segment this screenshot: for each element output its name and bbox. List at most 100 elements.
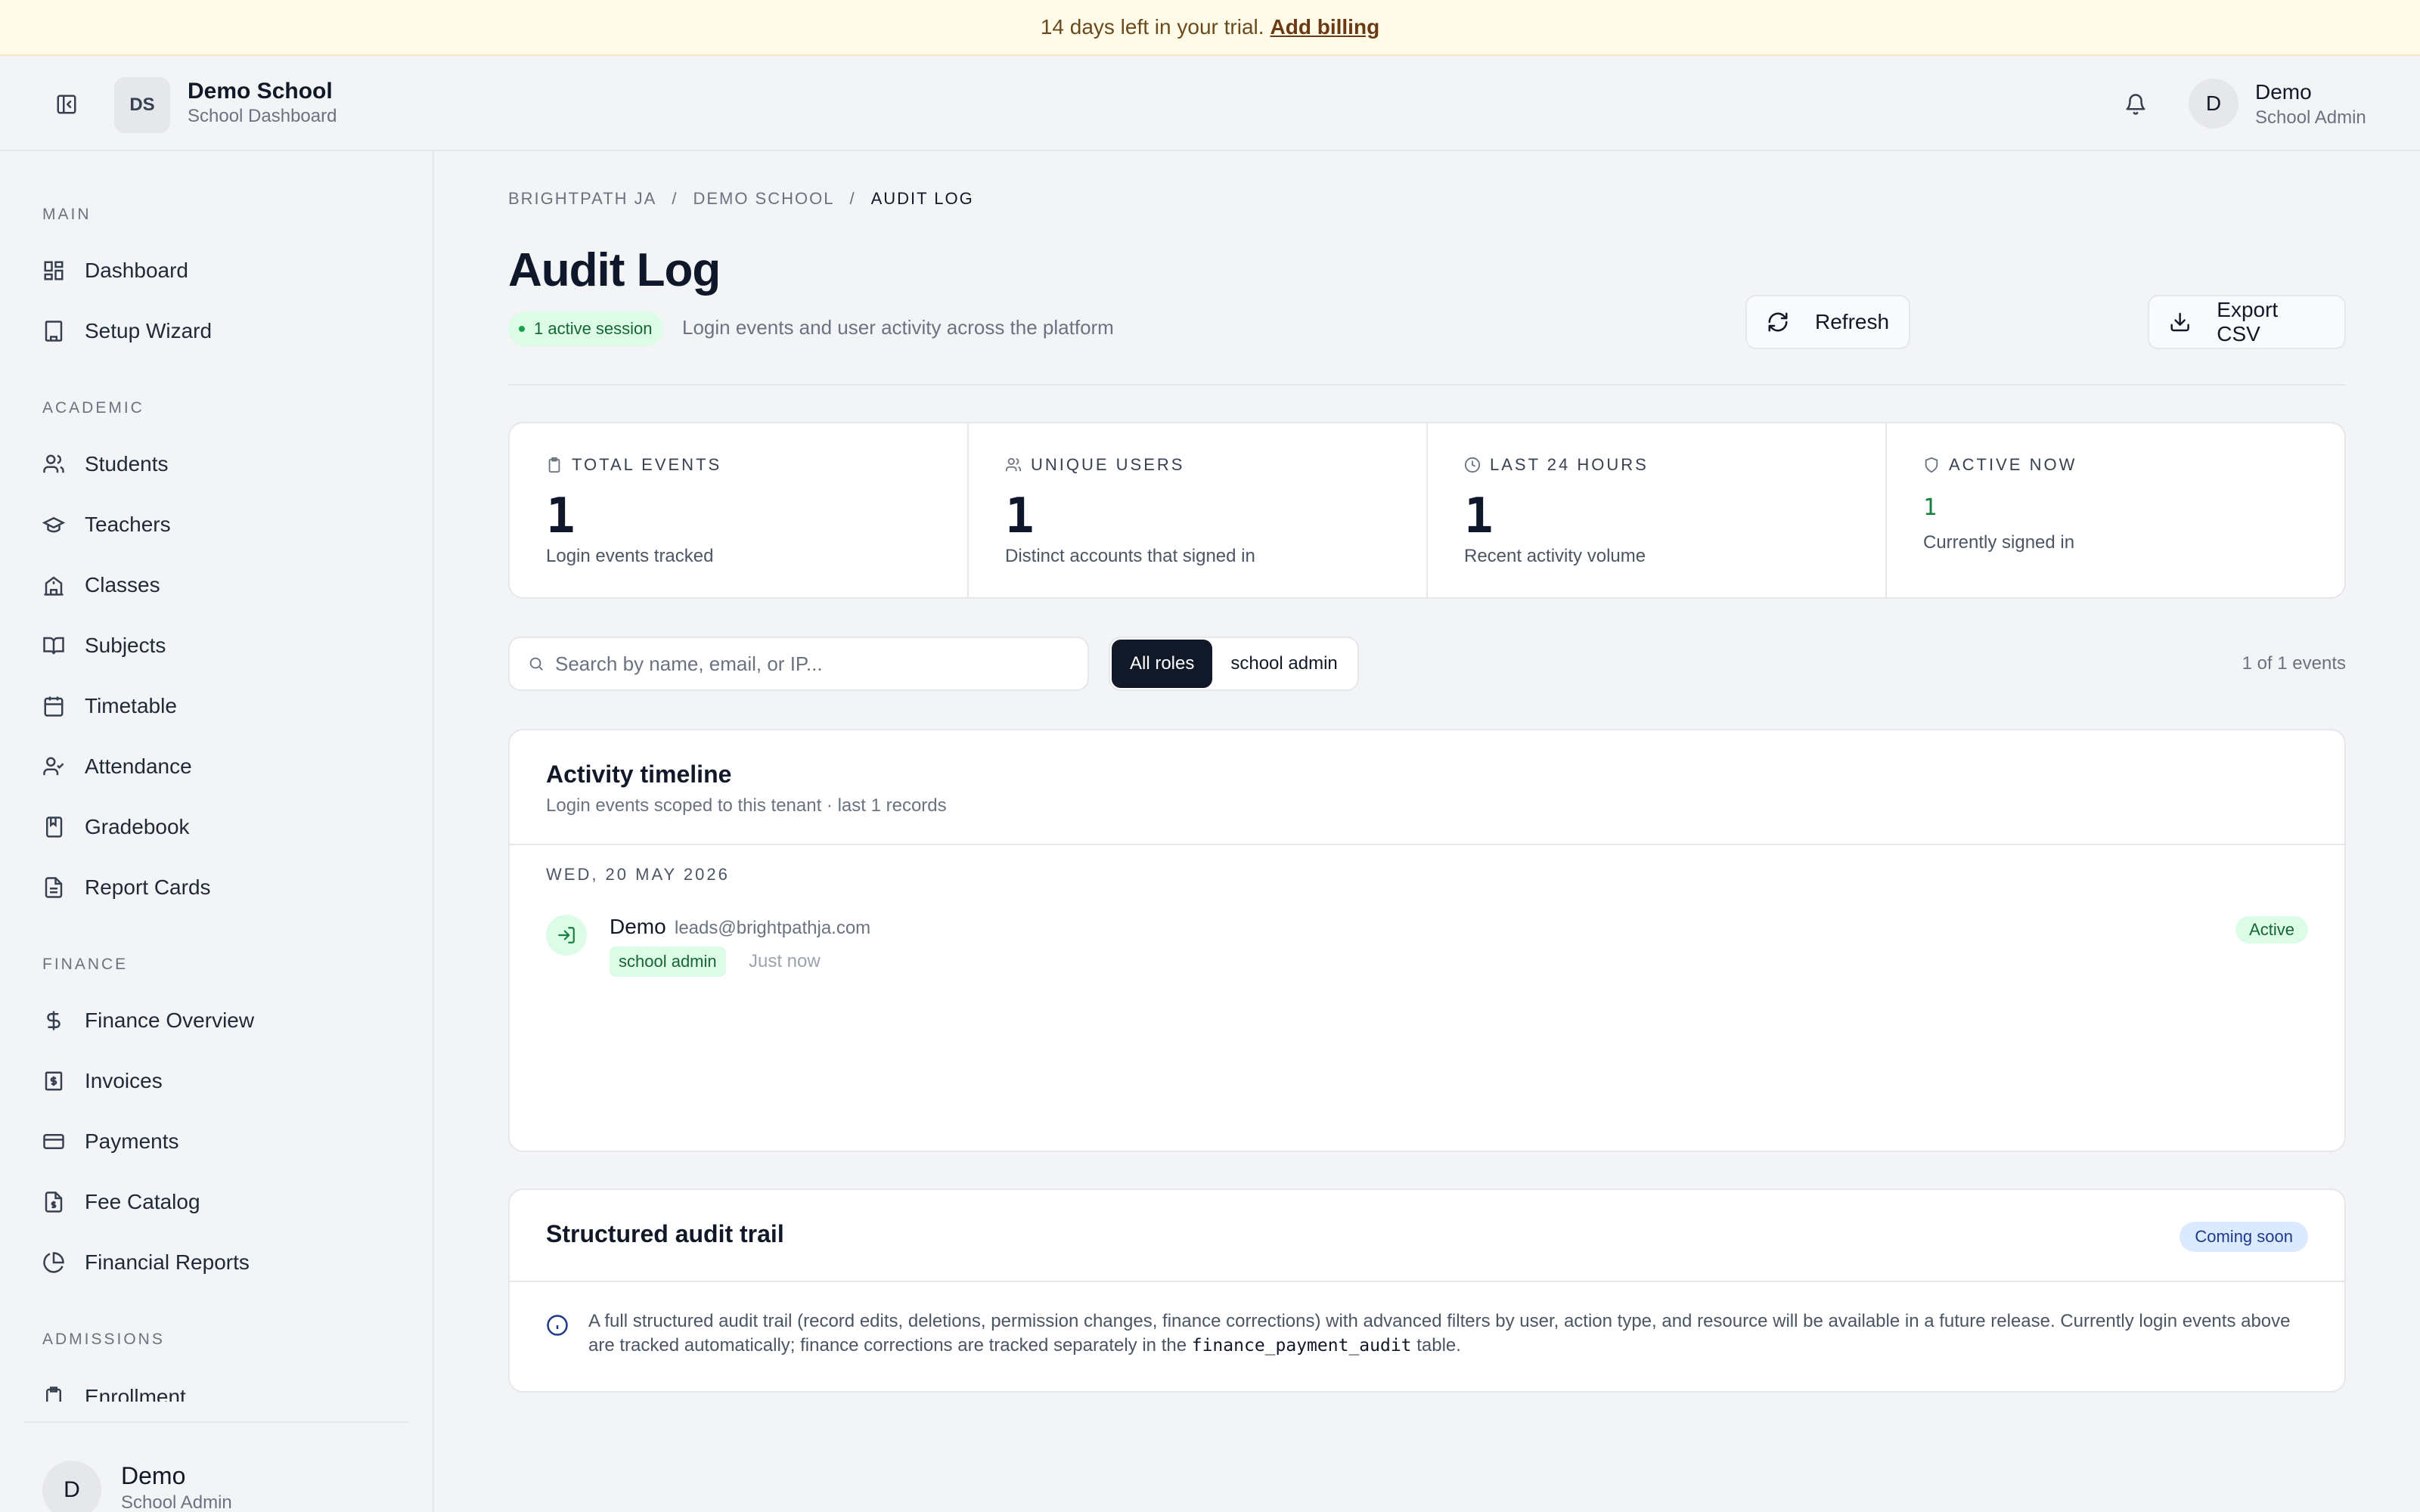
trial-banner-text: 14 days left in your trial. (1040, 15, 1264, 39)
sidebar-item-label: Setup Wizard (85, 319, 213, 342)
event-time: Just now (749, 951, 821, 971)
sidebar-item-label: Report Cards (85, 875, 211, 899)
breadcrumb-brightpath[interactable]: BRIGHTPATH JA (508, 189, 656, 209)
sidebar-divider (24, 1421, 408, 1423)
school-icon (42, 574, 65, 596)
stat-value: 1 (1923, 494, 1938, 521)
sidebar-item-dashboard[interactable]: Dashboard (42, 249, 405, 292)
breadcrumb-audit-log: AUDIT LOG (870, 189, 974, 208)
sidebar-item-timetable[interactable]: Timetable (42, 685, 405, 727)
sidebar-item-classes[interactable]: Classes (42, 564, 405, 606)
export-csv-button[interactable]: Export CSV (2148, 295, 2346, 349)
card-title: Activity timeline (546, 761, 732, 788)
sidebar-item-students[interactable]: Students (42, 443, 405, 485)
sidebar-item-financial-reports[interactable]: Financial Reports (42, 1241, 405, 1284)
sidebar-item-fee-catalog[interactable]: Fee Catalog (42, 1181, 405, 1223)
breadcrumb: BRIGHTPATH JA / DEMO SCHOOL / AUDIT LOG (508, 189, 974, 209)
audit-trail-text-end: table. (1416, 1335, 1461, 1356)
sidebar-item-label: Classes (85, 573, 160, 596)
stat-unique-users: UNIQUE USERS 1 Distinct accounts that si… (969, 423, 1428, 597)
card-title: Structured audit trail (546, 1220, 784, 1247)
sidebar-item-payments[interactable]: Payments (42, 1120, 405, 1163)
search-icon (529, 657, 543, 671)
sidebar-item-report-cards[interactable]: Report Cards (42, 866, 405, 909)
event-status-badge: Active (2235, 916, 2308, 943)
event-role-badge: school admin (610, 947, 726, 977)
role-filter-all-roles[interactable]: All roles (1112, 640, 1213, 688)
audit-table-name: finance_payment_audit (1191, 1336, 1412, 1356)
log-in-icon (558, 927, 575, 943)
school-avatar[interactable]: DS (114, 77, 170, 133)
timeline-date: WED, 20 MAY 2026 (546, 865, 730, 884)
breadcrumb-separator: / (849, 189, 856, 208)
file-text-icon (42, 876, 65, 899)
nav-section-finance: FINANCE (42, 956, 129, 973)
pie-chart-icon (42, 1251, 65, 1274)
grid-icon (42, 259, 65, 282)
search-field[interactable] (508, 637, 1089, 691)
school-name[interactable]: Demo School (188, 79, 333, 104)
credit-card-icon (42, 1130, 65, 1153)
sidebar-user-avatar[interactable]: D (42, 1461, 101, 1512)
add-billing-link[interactable]: Add billing (1270, 15, 1380, 39)
graduation-cap-icon (42, 513, 65, 536)
stat-label: UNIQUE USERS (1031, 455, 1185, 474)
sidebar-item-gradebook[interactable]: Gradebook (42, 806, 405, 848)
card-divider (510, 1281, 2344, 1282)
sidebar-collapse-button[interactable] (51, 89, 82, 119)
card-divider (510, 844, 2344, 845)
sidebar-item-subjects[interactable]: Subjects (42, 624, 405, 667)
refresh-button[interactable]: Refresh (1745, 295, 1911, 349)
breadcrumb-separator: / (672, 189, 678, 208)
login-event-icon (546, 915, 587, 956)
notebook-icon (42, 816, 65, 838)
active-session-label: 1 active session (534, 319, 653, 338)
dollar-icon (42, 1009, 65, 1032)
top-bar: DS Demo School School Dashboard D Demo S… (0, 56, 2420, 151)
nav-section-academic: ACADEMIC (42, 399, 144, 417)
event-user-email: leads@brightpathja.com (675, 918, 871, 938)
clock-icon (1464, 457, 1481, 473)
event-count: 1 of 1 events (2242, 653, 2346, 674)
breadcrumb-demo-school[interactable]: DEMO SCHOOL (693, 189, 834, 209)
audit-trail-description: A full structured audit trail (record ed… (588, 1309, 2297, 1358)
sidebar-toggle-icon (57, 94, 76, 114)
coming-soon-badge: Coming soon (2180, 1222, 2308, 1252)
sidebar-item-label: Gradebook (85, 815, 190, 838)
card-subtitle: Login events scoped to this tenant · las… (546, 795, 947, 816)
calendar-icon (42, 695, 65, 717)
sidebar-item-label: Teachers (85, 513, 171, 536)
book-open-icon (42, 634, 65, 657)
info-icon (547, 1315, 568, 1336)
sidebar-item-teachers[interactable]: Teachers (42, 503, 405, 546)
user-name[interactable]: Demo (2255, 80, 2312, 104)
sidebar-item-attendance[interactable]: Attendance (42, 745, 405, 788)
stat-label: LAST 24 HOURS (1490, 455, 1649, 474)
sidebar-item-setup-wizard[interactable]: Setup Wizard (42, 310, 405, 352)
sidebar-scroll-clip: Enrollment (42, 1383, 405, 1402)
search-input[interactable] (555, 652, 1069, 676)
stat-label: TOTAL EVENTS (572, 455, 722, 474)
stat-last-24-hours: LAST 24 HOURS 1 Recent activity volume (1428, 423, 1887, 597)
sidebar-item-enrollment[interactable]: Enrollment (42, 1383, 405, 1402)
stats-panel: TOTAL EVENTS 1 Login events tracked UNIQ… (508, 422, 2346, 599)
sidebar-item-finance-overview[interactable]: Finance Overview (42, 999, 405, 1042)
role-filter-school-admin[interactable]: school admin (1212, 640, 1355, 688)
sidebar-item-label: Finance Overview (85, 1009, 255, 1032)
stat-total-events: TOTAL EVENTS 1 Login events tracked (510, 423, 969, 597)
sidebar-item-invoices[interactable]: Invoices (42, 1060, 405, 1102)
nav-section-main: MAIN (42, 206, 92, 223)
sidebar-item-label: Invoices (85, 1069, 163, 1092)
stat-label-row: LAST 24 HOURS (1464, 455, 1649, 475)
sidebar: MAIN Dashboard Setup Wizard ACADEMIC Stu… (0, 151, 434, 1512)
download-icon (2170, 312, 2189, 332)
sidebar-item-label: Timetable (85, 694, 177, 717)
stat-label: ACTIVE NOW (1949, 455, 2077, 474)
school-subtitle: School Dashboard (188, 106, 337, 126)
sidebar-item-label: Enrollment (85, 1385, 186, 1402)
stat-value: 1 (546, 488, 576, 544)
user-avatar[interactable]: D (2189, 79, 2238, 129)
status-dot-icon (519, 326, 525, 332)
notifications-button[interactable] (2121, 89, 2151, 119)
sidebar-user-name[interactable]: Demo (121, 1462, 185, 1490)
